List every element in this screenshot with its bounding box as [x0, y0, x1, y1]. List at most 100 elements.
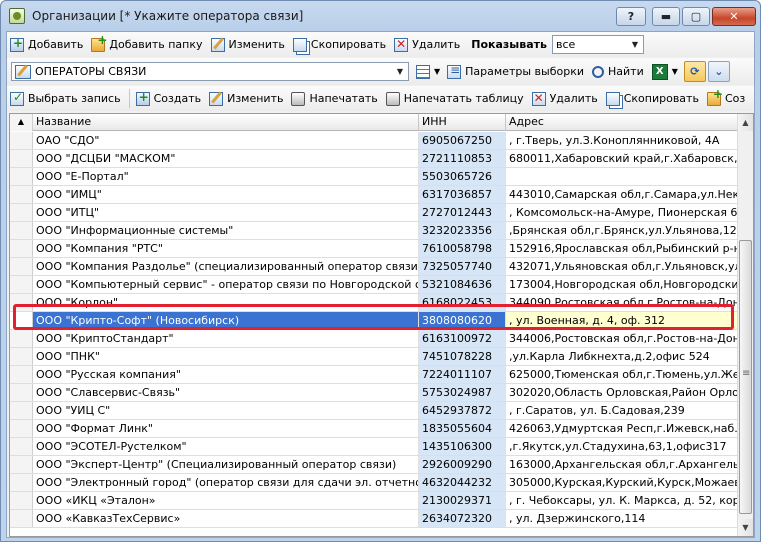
cell-address[interactable]: ,ул.Карла Либкнехта,д.2,офис 524	[506, 348, 737, 365]
minimize-button[interactable]: ▬	[652, 7, 680, 26]
row-selector[interactable]	[10, 168, 33, 185]
row-selector[interactable]	[10, 186, 33, 203]
row-selector[interactable]	[10, 204, 33, 221]
cell-inn[interactable]: 1435106300	[419, 438, 506, 455]
cell-inn[interactable]: 7224011107	[419, 366, 506, 383]
cell-name[interactable]: ООО "ПНК"	[33, 348, 419, 365]
cell-name[interactable]: ООО «ИКЦ «Эталон»	[33, 492, 419, 509]
add-folder-button[interactable]: Добавить папку	[88, 33, 207, 55]
table-row[interactable]: ООО "Корлон" 6168022453 344090,Ростовская …	[10, 294, 737, 312]
cell-name[interactable]: ООО «КавказТехСервис»	[33, 510, 419, 527]
row-selector[interactable]	[10, 438, 33, 455]
row-selector[interactable]	[10, 474, 33, 491]
cell-inn[interactable]: 3808080620	[419, 312, 506, 329]
row-selector[interactable]	[10, 384, 33, 401]
cell-inn[interactable]: 5503065726	[419, 168, 506, 185]
table-row[interactable]: ООО "ДСЦБИ "МАСКОМ" 2721110853 680011,Хаба…	[10, 150, 737, 168]
cell-inn[interactable]: 6317036857	[419, 186, 506, 203]
scrollbar-thumb[interactable]	[739, 240, 752, 514]
cell-address[interactable]: 173004,Новгородская обл,Новгородский р-н…	[506, 276, 737, 293]
scroll-down-button[interactable]: ▼	[738, 519, 753, 536]
close-button[interactable]: ✕	[712, 7, 756, 26]
list-view-button[interactable]	[413, 61, 434, 82]
cell-address[interactable]: 432071,Ульяновская обл,г.Ульяновск,ул.Ма	[506, 258, 737, 275]
cell-address[interactable]: ,Брянская обл,г.Брянск,ул.Ульянова,12	[506, 222, 737, 239]
edit-button[interactable]: Изменить	[208, 34, 290, 55]
cell-name[interactable]: ООО "КриптоСтандарт"	[33, 330, 419, 347]
refresh-filter-button[interactable]: ⟳	[683, 61, 706, 82]
cell-name[interactable]: ООО "Крипто-Софт" (Новосибирск)	[33, 312, 419, 329]
maximize-button[interactable]: ▢	[682, 7, 710, 26]
table-row[interactable]: ООО "КриптоСтандарт" 6163100972 344006,Рос…	[10, 330, 737, 348]
table-row[interactable]: ООО "Информационные системы" 3232023356 ,Б…	[10, 222, 737, 240]
row-selector[interactable]	[10, 348, 33, 365]
select-record-button[interactable]: Выбрать запись	[7, 88, 126, 109]
title-bar[interactable]: Организации [* Укажите оператора связи] …	[1, 1, 760, 31]
find-button[interactable]: Найти	[589, 61, 649, 82]
cell-address[interactable]: 625000,Тюменская обл,г.Тюмень,ул.Желе	[506, 366, 737, 383]
row-selector[interactable]	[10, 294, 33, 311]
expand-button[interactable]: ⌄	[707, 61, 730, 82]
table-row[interactable]: ООО "Электронный город" (оператор связи …	[10, 474, 737, 492]
cell-address[interactable]: ,г.Якутск,ул.Стадухина,63,1,офис317	[506, 438, 737, 455]
cell-address[interactable]: 305000,Курская,Курский,Курск,Можаевская	[506, 474, 737, 491]
table-row[interactable]: ООО «КавказТехСервис» 2634072320, ул. Дзе…	[10, 510, 737, 528]
cell-address[interactable]	[506, 168, 737, 185]
row-selector[interactable]	[10, 150, 33, 167]
copy-record-button[interactable]: Скопировать	[603, 88, 704, 109]
cell-address[interactable]: 680011,Хабаровский край,г.Хабаровск,ул.Я	[506, 150, 737, 167]
cell-inn[interactable]: 1835055604	[419, 420, 506, 437]
selection-params-button[interactable]: Параметры выборки	[444, 61, 589, 82]
cell-name[interactable]: ООО "Эксперт-Центр" (Специализированный …	[33, 456, 419, 473]
cell-address[interactable]: , г.Тверь, ул.З.Коноплянниковой, 4А	[506, 132, 737, 149]
cell-inn[interactable]: 5321084636	[419, 276, 506, 293]
cell-name[interactable]: ООО "Корлон"	[33, 294, 419, 311]
cell-inn[interactable]: 5753024987	[419, 384, 506, 401]
cell-address[interactable]: 426063,Удмуртская Респ,г.Ижевск,наб.Кар	[506, 420, 737, 437]
table-row[interactable]: ООО "Е-Портал" 5503065726	[10, 168, 737, 186]
table-row[interactable]: ООО "ИМЦ" 6317036857 443010,Самарская обл,…	[10, 186, 737, 204]
row-selector[interactable]	[10, 366, 33, 383]
row-selector[interactable]	[10, 222, 33, 239]
print-button[interactable]: Напечатать	[288, 88, 382, 109]
create-button[interactable]: Создать	[133, 88, 207, 109]
column-header-inn[interactable]: ИНН	[419, 114, 506, 131]
cell-address[interactable]: 344090,Ростовская обл,г.Ростов-на-Дону,у	[506, 294, 737, 311]
cell-inn[interactable]: 6905067250	[419, 132, 506, 149]
cell-inn[interactable]: 2634072320	[419, 510, 506, 527]
print-table-button[interactable]: Напечатать таблицу	[383, 88, 529, 109]
cell-inn[interactable]: 7610058798	[419, 240, 506, 257]
cell-name[interactable]: ООО "ИМЦ"	[33, 186, 419, 203]
cell-address[interactable]: , ул. Военная, д. 4, оф. 312	[506, 312, 737, 329]
help-button[interactable]: ?	[616, 7, 646, 26]
table-row[interactable]: ООО "ЭСОТЕЛ-Рустелком" 1435106300 ,г.Якутс…	[10, 438, 737, 456]
cell-name[interactable]: ООО "Электронный город" (оператор связи …	[33, 474, 419, 491]
cell-address[interactable]: 344006,Ростовская обл,г.Ростов-на-Дону,у	[506, 330, 737, 347]
cell-inn[interactable]: 2926009290	[419, 456, 506, 473]
row-selector[interactable]	[10, 330, 33, 347]
create-folder-button[interactable]: Соз	[704, 87, 750, 109]
cell-name[interactable]: ООО "Компания Раздолье" (специализирован…	[33, 258, 419, 275]
cell-name[interactable]: ООО "Информационные системы"	[33, 222, 419, 239]
row-selector[interactable]	[10, 402, 33, 419]
row-selector[interactable]	[10, 492, 33, 509]
cell-name[interactable]: ООО "Компания "РТС"	[33, 240, 419, 257]
cell-address[interactable]: , г.Саратов, ул. Б.Садовая,239	[506, 402, 737, 419]
cell-inn[interactable]: 2727012443	[419, 204, 506, 221]
row-selector[interactable]	[10, 258, 33, 275]
row-selector[interactable]	[10, 240, 33, 257]
cell-name[interactable]: ОАО "СДО"	[33, 132, 419, 149]
table-row[interactable]: ООО "ИТЦ" 2727012443, Комсомольск-на-Амур…	[10, 204, 737, 222]
cell-address[interactable]: , ул. Дзержинского,114	[506, 510, 737, 527]
delete-record-button[interactable]: Удалить	[529, 88, 603, 109]
table-row[interactable]: ООО "Русская компания" 7224011107 625000,Т…	[10, 366, 737, 384]
table-row[interactable]: ООО "Компания Раздолье" (специализирован…	[10, 258, 737, 276]
cell-inn[interactable]: 2130029371	[419, 492, 506, 509]
row-selector[interactable]	[10, 312, 33, 329]
cell-address[interactable]: 443010,Самарская обл,г.Самара,ул.Некрас	[506, 186, 737, 203]
scroll-up-button[interactable]: ▲	[738, 114, 753, 131]
cell-name[interactable]: ООО "Компьютерный сервис" - оператор свя…	[33, 276, 419, 293]
copy-button[interactable]: Скопировать	[290, 34, 391, 55]
table-row[interactable]: ООО "Эксперт-Центр" (Специализированный …	[10, 456, 737, 474]
cell-name[interactable]: ООО "Русская компания"	[33, 366, 419, 383]
